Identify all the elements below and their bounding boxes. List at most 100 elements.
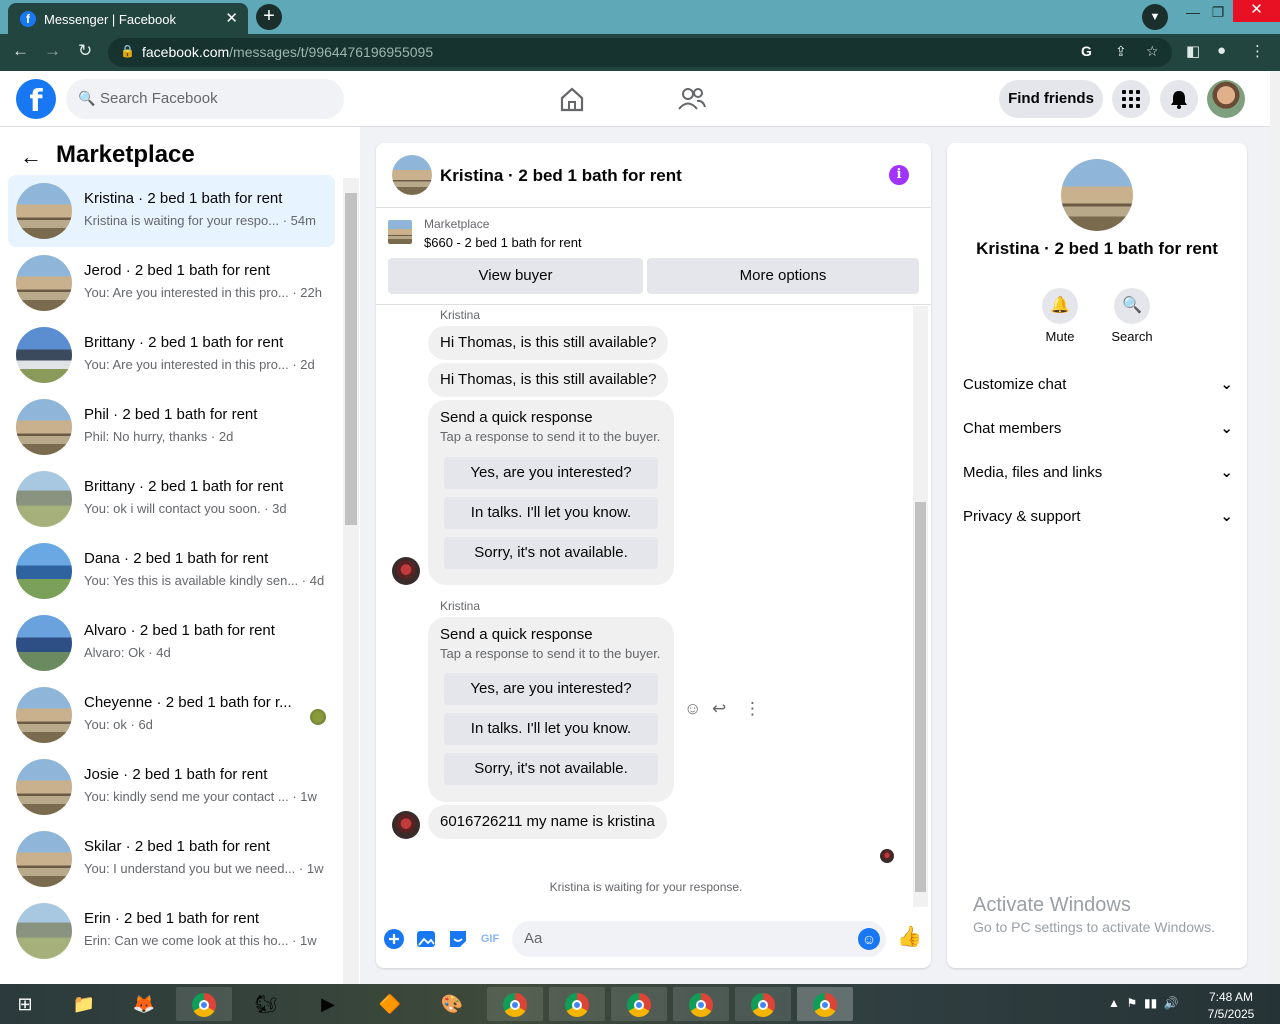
quick-reply-talks-button[interactable]: In talks. I'll let you know. (444, 497, 658, 529)
message-bubble[interactable]: Hi Thomas, is this still available? (428, 363, 669, 397)
conversation-avatar (16, 183, 72, 239)
chrome-icon[interactable] (611, 987, 667, 1021)
conversation-name: Phil · 2 bed 1 bath for rent (84, 406, 258, 423)
google-icon[interactable]: G (1081, 43, 1092, 59)
forward-arrow-icon[interactable]: → (44, 41, 61, 61)
conversation-item[interactable]: Brittany · 2 bed 1 bath for rent You: ok… (8, 463, 335, 535)
search-icon[interactable]: 🔍 (1114, 288, 1150, 324)
chevron-down-icon: ⌄ (1220, 420, 1233, 437)
conversation-item[interactable]: Phil · 2 bed 1 bath for rent Phil: No hu… (8, 391, 335, 463)
taskbar-clock[interactable]: 7:48 AM 7/5/2025 (1196, 989, 1266, 1023)
uc-browser-icon[interactable]: 🐿 (238, 987, 294, 1021)
browser-tab[interactable]: f Messenger | Facebook ✕ (8, 3, 248, 34)
clock-time: 7:48 AM (1208, 990, 1254, 1004)
conversation-item[interactable]: Brittany · 2 bed 1 bath for rent You: Ar… (8, 319, 335, 391)
clock-date: 7/5/2025 (1207, 1007, 1255, 1021)
conversation-item[interactable]: Alvaro · 2 bed 1 bath for rent Alvaro: O… (8, 607, 335, 679)
notifications-bell-icon[interactable] (1160, 80, 1198, 118)
conversation-item[interactable]: Dana · 2 bed 1 bath for rent You: Yes th… (8, 535, 335, 607)
photo-icon[interactable] (415, 928, 437, 950)
gif-icon[interactable]: GIF (479, 928, 501, 950)
bookmark-star-icon[interactable]: ☆ (1146, 43, 1159, 60)
maximize-icon[interactable]: ❐ (1203, 2, 1233, 24)
conversation-item[interactable]: Jerod · 2 bed 1 bath for rent You: Are y… (8, 247, 335, 319)
facebook-search-input[interactable]: 🔍 Search Facebook (66, 79, 344, 119)
menu-kebab-icon[interactable]: ⋮ (1250, 42, 1265, 60)
like-thumb-icon[interactable]: 👍 (897, 926, 922, 948)
mute-bell-icon[interactable]: 🔔 (1042, 288, 1078, 324)
row-label: Customize chat (963, 376, 1067, 393)
chat-scrollbar-thumb[interactable] (915, 502, 926, 892)
conversation-preview: You: ok · 6d (84, 717, 153, 732)
chrome-icon[interactable] (735, 987, 791, 1021)
conversation-avatar (16, 327, 72, 383)
conversation-item[interactable]: Cheyenne · 2 bed 1 bath for r... You: ok… (8, 679, 335, 751)
chrome-icon[interactable] (176, 987, 232, 1021)
more-options-button[interactable]: More options (647, 258, 919, 294)
find-friends-button[interactable]: Find friends (999, 80, 1103, 118)
conversation-item[interactable]: Skilar · 2 bed 1 bath for rent You: I un… (8, 823, 335, 895)
back-arrow-icon[interactable]: ← (20, 144, 42, 170)
window-close-icon[interactable]: ✕ (1233, 0, 1280, 22)
sidebar-scrollbar-thumb[interactable] (345, 193, 357, 525)
system-tray[interactable]: ▲ ⚑ ▮▮ 🔊 (1108, 996, 1179, 1010)
activate-subtitle: Go to PC settings to activate Windows. (973, 919, 1215, 935)
quick-response-subtitle: Tap a response to send it to the buyer. (440, 429, 661, 444)
side-panel-icon[interactable]: ◧ (1186, 42, 1200, 60)
activate-title: Activate Windows (973, 894, 1131, 916)
firefox-icon[interactable]: 🦊 (116, 987, 172, 1021)
url-text: facebook.com/messages/t/9964476196955095 (142, 44, 434, 60)
quick-reply-sorry-button[interactable]: Sorry, it's not available. (444, 537, 658, 569)
emoji-icon[interactable]: ☺ (858, 928, 880, 950)
info-icon[interactable]: i (889, 165, 909, 185)
quick-reply-sorry-button[interactable]: Sorry, it's not available. (444, 753, 658, 785)
home-icon[interactable] (552, 84, 592, 114)
quick-reply-yes-button[interactable]: Yes, are you interested? (444, 673, 658, 705)
conversation-name: Dana · 2 bed 1 bath for rent (84, 550, 269, 567)
file-explorer-icon[interactable]: 📁 (56, 987, 112, 1021)
media-player-icon[interactable]: ▶ (300, 987, 356, 1021)
message-bubble[interactable]: Hi Thomas, is this still available? (428, 326, 669, 360)
menu-grid-icon[interactable] (1112, 80, 1150, 118)
windows-start-icon[interactable]: ⊞ (0, 987, 50, 1021)
react-emoji-icon[interactable]: ☺ (684, 699, 701, 719)
app-icon[interactable]: 🎨 (424, 987, 480, 1021)
back-arrow-icon[interactable]: ← (12, 41, 29, 61)
tab-search-icon[interactable]: ▼ (1142, 4, 1168, 30)
chrome-icon[interactable] (549, 987, 605, 1021)
view-buyer-button[interactable]: View buyer (388, 258, 643, 294)
share-icon[interactable]: ⇪ (1115, 43, 1127, 60)
message-placeholder: Aa (524, 930, 543, 947)
conversation-preview: Erin: Can we come look at this ho... · 1… (84, 933, 317, 948)
message-input[interactable]: Aa (512, 921, 886, 957)
address-bar[interactable]: 🔒 facebook.com/messages/t/99644761969550… (108, 38, 1172, 67)
sticker-icon[interactable] (447, 928, 469, 950)
more-actions-icon[interactable]: ⋮ (744, 699, 761, 719)
chrome-icon[interactable] (797, 987, 853, 1021)
conversation-avatar (16, 759, 72, 815)
chrome-icon[interactable] (487, 987, 543, 1021)
tab-close-icon[interactable]: ✕ (225, 9, 238, 27)
chat-avatar[interactable] (392, 155, 432, 195)
facebook-logo[interactable]: f (16, 79, 56, 119)
profile-icon[interactable]: ● (1217, 42, 1226, 59)
chrome-icon[interactable] (673, 987, 729, 1021)
account-avatar[interactable] (1207, 80, 1245, 118)
message-bubble[interactable]: 6016726211 my name is kristina (428, 805, 667, 839)
chevron-down-icon: ⌄ (1220, 464, 1233, 481)
chat-title[interactable]: Kristina · 2 bed 1 bath for rent (440, 166, 682, 186)
reply-icon[interactable]: ↩ (712, 699, 726, 719)
conversation-item[interactable]: Josie · 2 bed 1 bath for rent You: kindl… (8, 751, 335, 823)
friends-icon[interactable] (671, 84, 711, 114)
page-scrollbar[interactable] (1270, 71, 1280, 984)
reload-icon[interactable]: ↻ (78, 41, 92, 61)
new-tab-button[interactable]: + (256, 4, 282, 30)
conversation-item[interactable]: Kristina · 2 bed 1 bath for rent Kristin… (8, 175, 335, 247)
conversation-item[interactable]: Erin · 2 bed 1 bath for rent Erin: Can w… (8, 895, 335, 967)
quick-reply-yes-button[interactable]: Yes, are you interested? (444, 457, 658, 489)
vlc-icon[interactable]: 🔶 (362, 987, 418, 1021)
mute-label: Mute (1045, 329, 1075, 344)
info-avatar (1061, 159, 1133, 231)
quick-reply-talks-button[interactable]: In talks. I'll let you know. (444, 713, 658, 745)
add-plus-icon[interactable] (383, 928, 405, 950)
